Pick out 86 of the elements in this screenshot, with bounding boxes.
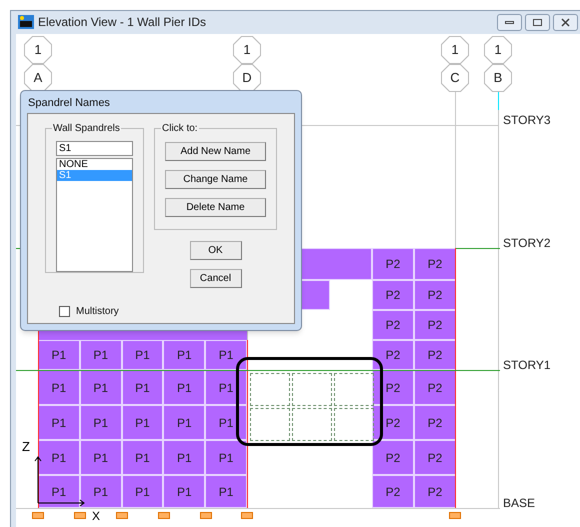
dialog-title: Spandrel Names xyxy=(27,96,111,111)
pier-cell: P2 xyxy=(414,340,456,370)
pier-cell: P2 xyxy=(414,310,456,340)
story-label: BASE xyxy=(503,495,536,512)
pier-cell: P2 xyxy=(414,280,456,310)
close-button[interactable] xyxy=(553,14,578,30)
story-label: STORY2 xyxy=(503,235,551,252)
window-title: Elevation View - 1 Wall Pier IDs xyxy=(38,14,206,31)
grid-bubble: 1 xyxy=(441,36,469,64)
checkbox[interactable] xyxy=(59,306,70,317)
grid-bubble: B xyxy=(484,64,512,92)
group-title: Wall Spandrels xyxy=(52,121,121,136)
pier-cell: P2 xyxy=(414,405,456,440)
pier-cell: P1 xyxy=(163,475,206,508)
pier-cell: P1 xyxy=(122,405,164,440)
pier-cell: P2 xyxy=(372,405,414,440)
dialog-button[interactable]: Delete Name xyxy=(165,198,266,217)
pier-cell: P1 xyxy=(80,340,122,370)
pier-cell: P1 xyxy=(205,475,247,508)
support-icon xyxy=(449,512,461,519)
support-icon xyxy=(158,512,170,519)
pier-cell: P2 xyxy=(372,280,414,310)
pier-cell: P1 xyxy=(38,405,80,440)
story-label: STORY1 xyxy=(503,357,551,374)
app-icon xyxy=(18,15,34,29)
pier-cell: P1 xyxy=(80,475,122,508)
pier-cell: P2 xyxy=(372,475,414,508)
dialog-button[interactable]: Change Name xyxy=(165,170,266,189)
spandrel-area xyxy=(292,373,332,406)
dialog-button[interactable]: Add New Name xyxy=(165,142,266,161)
spandrel-area xyxy=(334,408,374,441)
spandrel-area xyxy=(334,373,374,406)
support-icon xyxy=(241,512,253,519)
grid-bubble: 1 xyxy=(233,36,261,64)
pier-cell: P1 xyxy=(122,440,164,475)
spandrel-area xyxy=(292,408,332,441)
pier-cell: P2 xyxy=(372,248,414,280)
pier-cell: P1 xyxy=(38,340,80,370)
minimize-button[interactable] xyxy=(497,14,522,30)
story-label: STORY3 xyxy=(503,112,551,129)
pier-cell: P2 xyxy=(414,475,456,508)
dialog-button[interactable]: OK xyxy=(190,241,242,260)
spandrel-area xyxy=(250,373,290,406)
close-icon xyxy=(561,18,570,26)
pier-cell: P1 xyxy=(122,475,164,508)
support-icon xyxy=(116,512,128,519)
grid-bubble: D xyxy=(233,64,261,92)
support-icon xyxy=(32,512,44,519)
names-list[interactable]: NONE S1 xyxy=(56,158,133,272)
pier-cell: P1 xyxy=(122,370,164,405)
checkbox-label: Multistory xyxy=(76,305,119,319)
support-icon xyxy=(200,512,212,519)
name-field[interactable]: S1 xyxy=(56,141,133,156)
pier-cell: P2 xyxy=(372,440,414,475)
axis-label: X xyxy=(92,510,100,522)
list-item[interactable]: NONE xyxy=(57,159,132,170)
pier-cell: P2 xyxy=(414,370,456,405)
support-icon xyxy=(74,512,86,519)
pier-cell: P1 xyxy=(205,340,247,370)
pier-cell: P2 xyxy=(372,340,414,370)
grid-bubble: C xyxy=(441,64,469,92)
pier-cell: P1 xyxy=(163,370,206,405)
pier-cell: P1 xyxy=(163,405,206,440)
pier-cell: P1 xyxy=(122,340,164,370)
pier-cell: P2 xyxy=(414,248,456,280)
grid-bubble: A xyxy=(24,64,52,92)
pier-cell: P1 xyxy=(80,370,122,405)
axis-arrows xyxy=(34,455,86,507)
maximize-button[interactable] xyxy=(525,14,550,30)
pier-cell: P1 xyxy=(163,340,206,370)
dialog-button[interactable]: Cancel xyxy=(190,269,242,288)
pier-cell: P2 xyxy=(414,440,456,475)
pier-cell: P1 xyxy=(38,475,80,508)
axis-label: Z xyxy=(22,440,30,454)
pier-cell: P2 xyxy=(372,310,414,340)
pier-cell: P1 xyxy=(205,440,247,475)
grid-bubble: 1 xyxy=(484,36,512,64)
pier-cell: P1 xyxy=(205,370,247,405)
grid-bubble: 1 xyxy=(24,36,52,64)
pier-cell: P1 xyxy=(205,405,247,440)
spandrel-area xyxy=(250,408,290,441)
pier-cell: P1 xyxy=(163,440,206,475)
pier-cell: P1 xyxy=(38,370,80,405)
pier-cell: P1 xyxy=(38,440,80,475)
pier-cell: P1 xyxy=(80,405,122,440)
pier-cell: P1 xyxy=(80,440,122,475)
